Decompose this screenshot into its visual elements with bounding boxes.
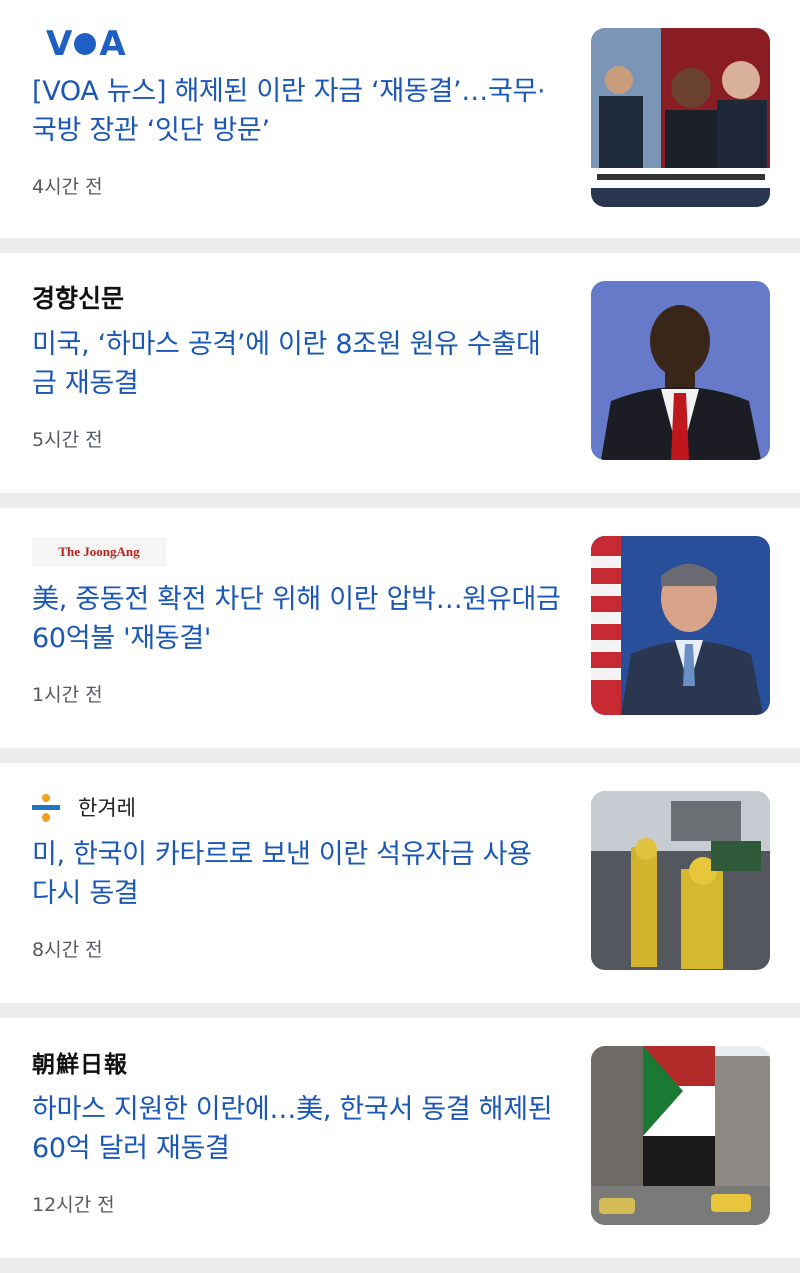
timestamp: 12시간 전	[32, 1194, 115, 1216]
headline[interactable]: 미, 한국이 카타르로 보낸 이란 석유자금 사용 다시 동결	[32, 835, 562, 913]
headline[interactable]: 美, 중동전 확전 차단 위해 이란 압박…원유대금 60억불 '재동결'	[32, 580, 562, 658]
news-card[interactable]: VA [VOA 뉴스] 해제된 이란 자금 ‘재동결’…국무·국방 장관 ‘잇단…	[0, 0, 800, 238]
news-card[interactable]: 한겨레 미, 한국이 카타르로 보낸 이란 석유자금 사용 다시 동결 8시간 …	[0, 763, 800, 1003]
news-card[interactable]: The JoongAng 美, 중동전 확전 차단 위해 이란 압박…원유대금 …	[0, 508, 800, 748]
source-logo: 朝鮮日報	[32, 1040, 128, 1084]
source-logo: 경향신문	[32, 275, 124, 319]
timestamp: 5시간 전	[32, 429, 103, 451]
thumbnail-image[interactable]	[591, 281, 770, 460]
source-logo: 한겨레	[32, 785, 136, 829]
hankyoreh-logo-text: 한겨레	[78, 796, 136, 820]
headline[interactable]: 하마스 지원한 이란에…美, 한국서 동결 해제된 60억 달러 재동결	[32, 1090, 562, 1168]
news-card[interactable]: 朝鮮日報 하마스 지원한 이란에…美, 한국서 동결 해제된 60억 달러 재동…	[0, 1018, 800, 1258]
thumbnail-image[interactable]	[591, 536, 770, 715]
news-card[interactable]: 경향신문 미국, ‘하마스 공격’에 이란 8조원 원유 수출대금 재동결 5시…	[0, 253, 800, 493]
news-feed: VA [VOA 뉴스] 해제된 이란 자금 ‘재동결’…국무·국방 장관 ‘잇단…	[0, 0, 800, 1258]
thumbnail-image[interactable]	[591, 791, 770, 970]
kyunghyang-logo: 경향신문	[32, 284, 125, 313]
headline[interactable]: 미국, ‘하마스 공격’에 이란 8조원 원유 수출대금 재동결	[32, 325, 562, 403]
timestamp: 4시간 전	[32, 176, 103, 198]
joongang-logo: The JoongAng	[32, 537, 166, 567]
source-logo: VA	[32, 22, 126, 66]
hankyoreh-logo-icon	[32, 792, 60, 822]
headline[interactable]: [VOA 뉴스] 해제된 이란 자금 ‘재동결’…국무·국방 장관 ‘잇단 방문…	[32, 72, 562, 150]
chosun-logo: 朝鮮日報	[32, 1051, 128, 1078]
thumbnail-image[interactable]	[591, 1046, 770, 1225]
timestamp: 8시간 전	[32, 939, 103, 961]
voa-logo: VA	[46, 24, 126, 64]
thumbnail-image[interactable]	[591, 28, 770, 207]
timestamp: 1시간 전	[32, 684, 103, 706]
source-logo: The JoongAng	[32, 530, 166, 574]
